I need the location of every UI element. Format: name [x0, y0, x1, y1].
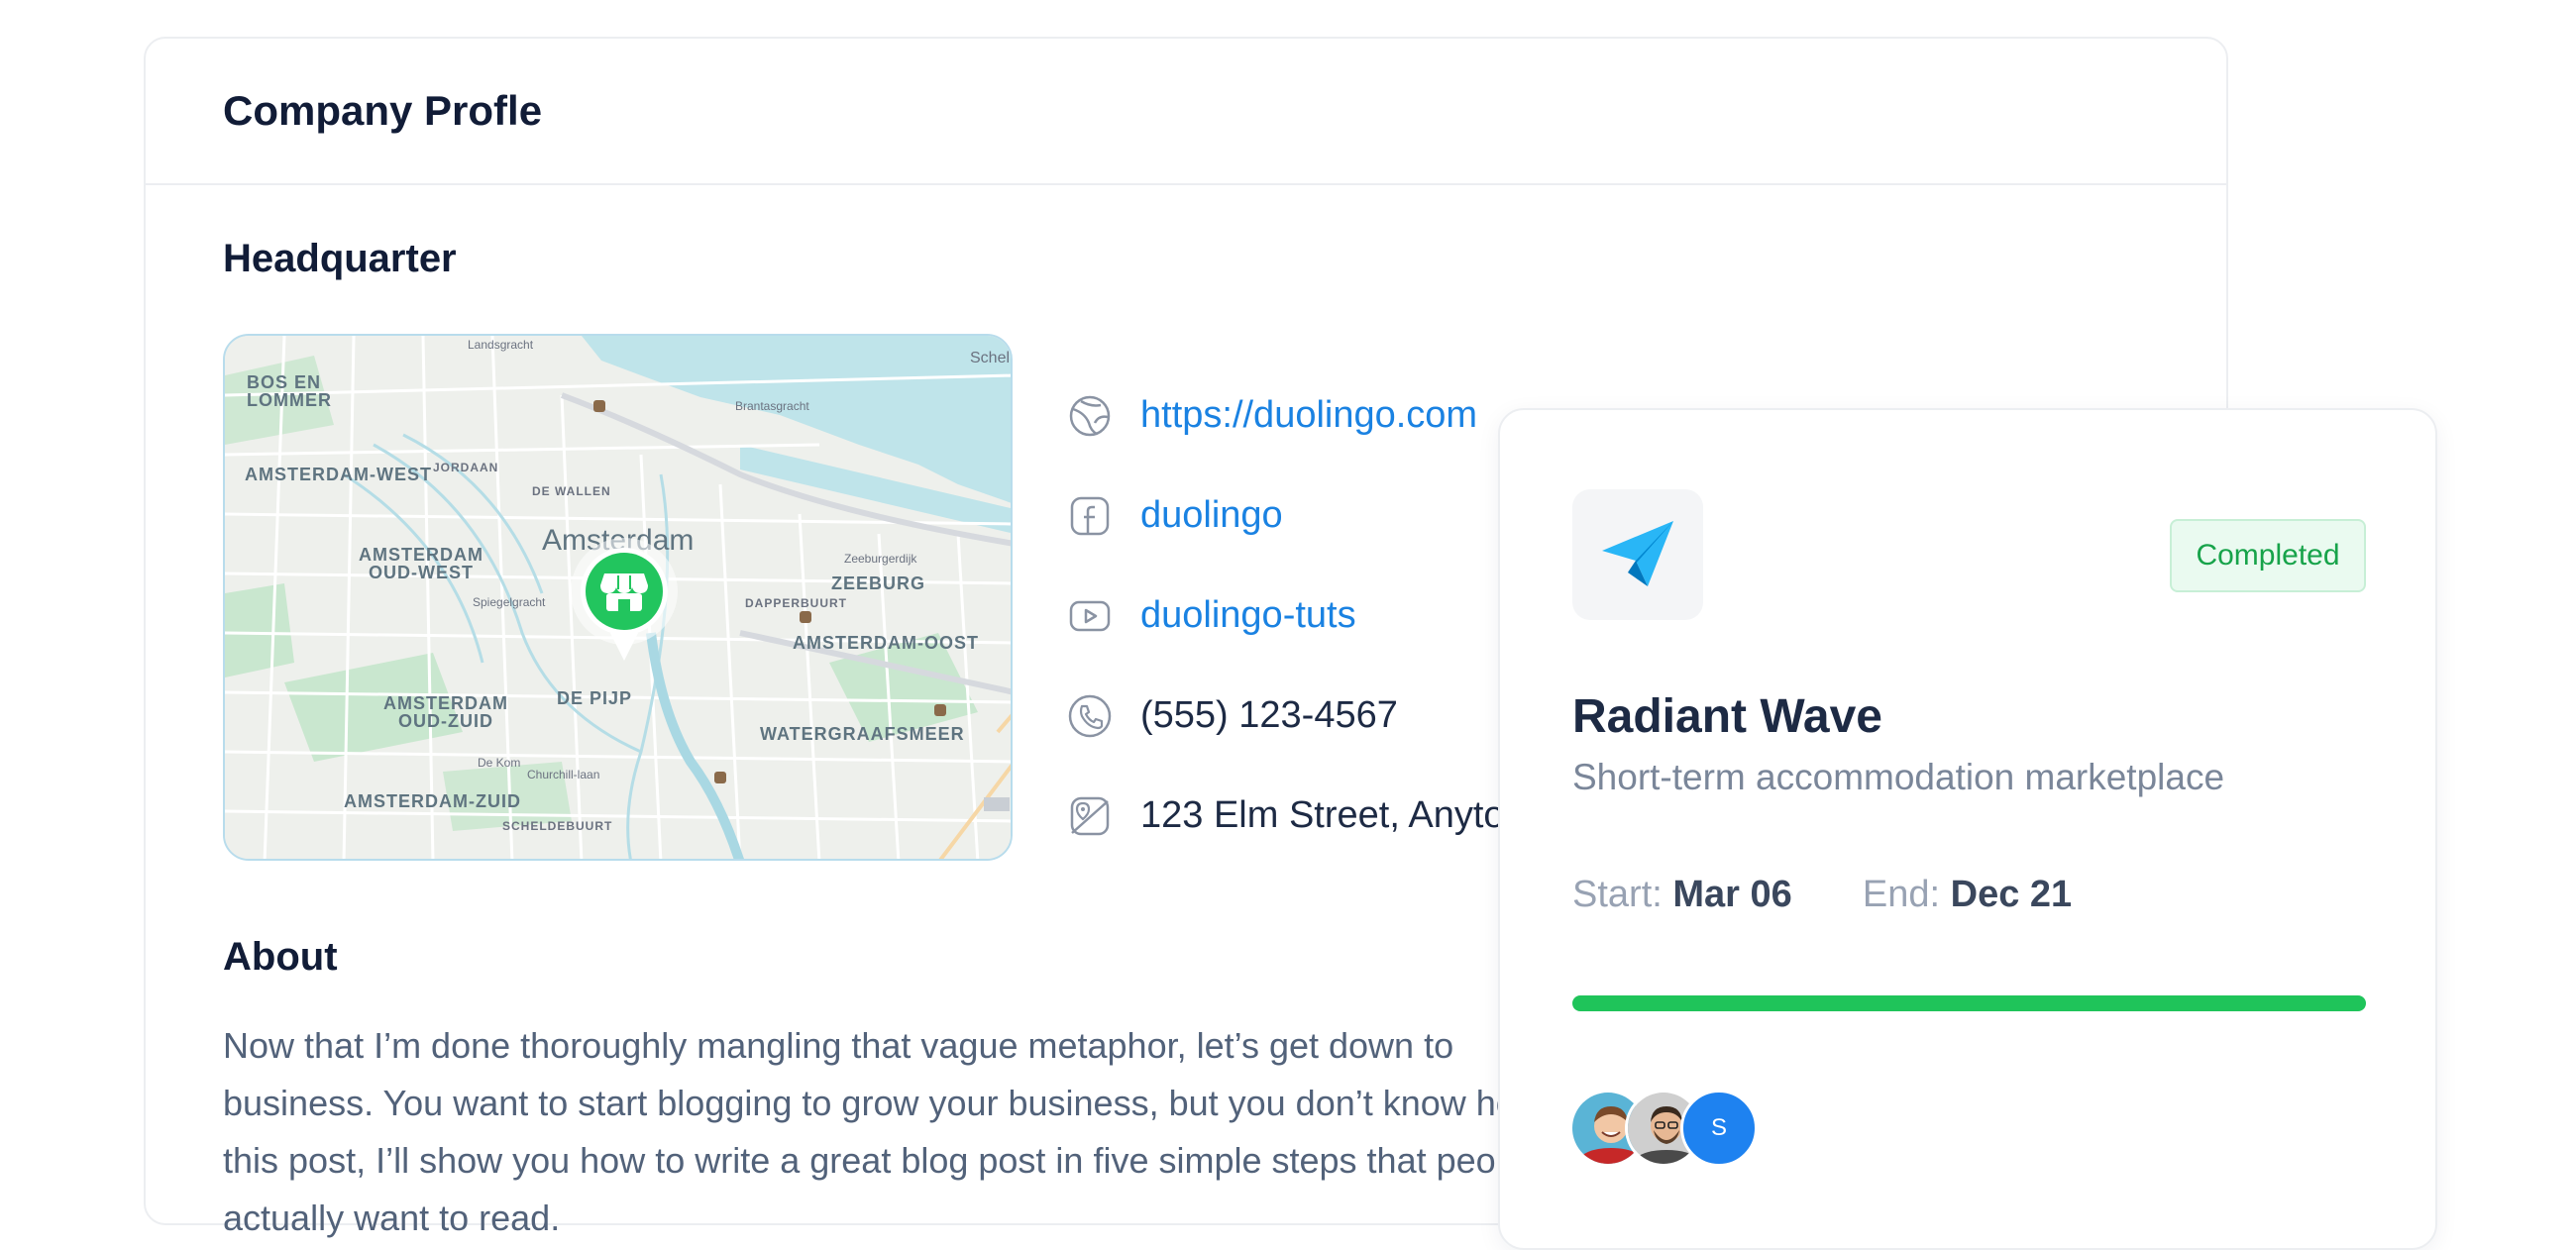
progress-bar [1572, 995, 2366, 1011]
project-card[interactable]: Completed Radiant Wave Short-term accomm… [1498, 408, 2437, 1250]
card-title: Company Profle [223, 87, 543, 134]
map-label-de-pijp: DE PIJP [557, 688, 633, 708]
map-label-jordaan: JORDAAN [433, 461, 499, 474]
paper-plane-icon [1602, 521, 1673, 586]
end-date: Dec 21 [1950, 874, 2073, 915]
start-label: Start: [1572, 874, 1663, 915]
end-label: End: [1862, 874, 1941, 915]
youtube-link[interactable]: duolingo-tuts [1140, 594, 1356, 637]
map-label-amsterdam-west: AMSTERDAM-WEST [245, 465, 432, 484]
map-label-scheldebuurt: SCHELDEBUURT [502, 819, 613, 833]
status-badge: Completed [2170, 519, 2366, 592]
headquarter-title: Headquarter [223, 237, 457, 280]
globe-icon [1069, 395, 1111, 436]
phone-icon [1068, 694, 1112, 737]
map-label-zeeburgerdijk: Zeeburgerdijk [844, 552, 917, 566]
map-label-schell: Schell [970, 350, 1013, 366]
headquarter-map[interactable]: BOS EN LOMMER AMSTERDAM-WEST JORDAAN DE W… [223, 334, 1013, 861]
start-date: Mar 06 [1672, 874, 1792, 915]
store-map-marker-icon[interactable] [571, 538, 678, 665]
facebook-link[interactable]: duolingo [1140, 494, 1283, 537]
map-label-de-kom: De Kom [478, 756, 521, 770]
card-header: Company Profle [146, 39, 2226, 185]
website-link[interactable]: https://duolingo.com [1140, 394, 1477, 437]
map-label-zeeburg: ZEEBURG [831, 573, 926, 593]
project-description: Short-term accommodation marketplace [1572, 757, 2225, 797]
about-text: Now that I’m done thoroughly mangling th… [223, 1025, 1603, 1238]
project-name: Radiant Wave [1572, 690, 1882, 743]
team-avatars: S [1569, 1090, 1758, 1167]
facebook-icon [1070, 496, 1110, 535]
project-dates: Start: Mar 06 End: Dec 21 [1572, 874, 2072, 916]
youtube-icon [1069, 600, 1111, 631]
map-label-watergraafsmeer: WATERGRAAFSMEER [760, 724, 965, 744]
map-label-amsterdam-oost: AMSTERDAM-OOST [793, 633, 979, 653]
map-label-spiegelgracht: Spiegelgracht [473, 595, 546, 609]
map-label-oud-west: AMSTERDAM OUD-WEST [359, 545, 483, 582]
map-label-brantasgracht: Brantasgracht [735, 399, 809, 413]
phone-number: (555) 123-4567 [1140, 694, 1398, 736]
map-label-bos-en-lommer: BOS EN LOMMER [247, 372, 332, 410]
map-label-de-wallen: DE WALLEN [532, 484, 611, 498]
avatar-initial[interactable]: S [1680, 1090, 1758, 1167]
map-label-landsgracht: Landsgracht [468, 338, 534, 352]
project-logo [1572, 489, 1703, 620]
map-label-amsterdam-zuid: AMSTERDAM-ZUID [344, 791, 521, 811]
about-title: About [223, 935, 338, 979]
map-label-churchill-laan: Churchill-laan [527, 768, 600, 781]
map-pin-icon [1070, 796, 1110, 835]
map-label-oud-zuid: AMSTERDAM OUD-ZUID [383, 693, 508, 731]
progress-fill [1572, 995, 2366, 1011]
map-label-dapperbuurt: DAPPERBUURT [745, 596, 848, 610]
